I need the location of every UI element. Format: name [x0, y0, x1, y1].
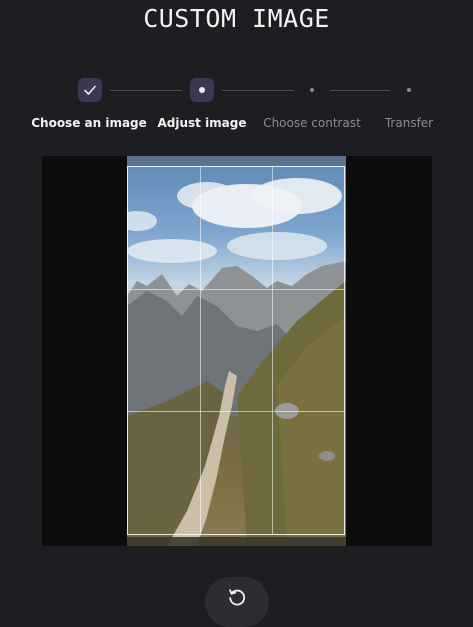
- crop-mask-bottom: [127, 537, 346, 546]
- step-3-node[interactable]: [310, 88, 314, 92]
- grid-line: [128, 411, 344, 413]
- active-dot-icon: [199, 87, 205, 93]
- rotate-ccw-icon: [229, 589, 246, 606]
- step-4-node[interactable]: [407, 88, 411, 92]
- reset-rotation-button[interactable]: [205, 577, 269, 627]
- step-connector: [222, 90, 294, 91]
- grid-line: [128, 289, 344, 291]
- image-editor-canvas[interactable]: [42, 156, 432, 546]
- crop-frame[interactable]: [127, 166, 345, 535]
- grid-line: [199, 167, 201, 534]
- step-connector: [110, 90, 182, 91]
- check-icon: [84, 85, 96, 95]
- step-label-transfer: Transfer: [384, 116, 434, 130]
- step-2-node[interactable]: [190, 78, 214, 102]
- step-connector: [330, 90, 390, 91]
- grid-line: [271, 167, 273, 534]
- step-label-choose-image[interactable]: Choose an image: [31, 116, 147, 130]
- step-label-choose-contrast: Choose contrast: [263, 116, 361, 130]
- progress-stepper: Choose an image Adjust image Choose cont…: [0, 76, 473, 136]
- step-label-adjust-image[interactable]: Adjust image: [157, 116, 246, 130]
- page-title: CUSTOM IMAGE: [143, 4, 330, 33]
- step-1-node[interactable]: [78, 78, 102, 102]
- crop-mask-top: [127, 156, 346, 166]
